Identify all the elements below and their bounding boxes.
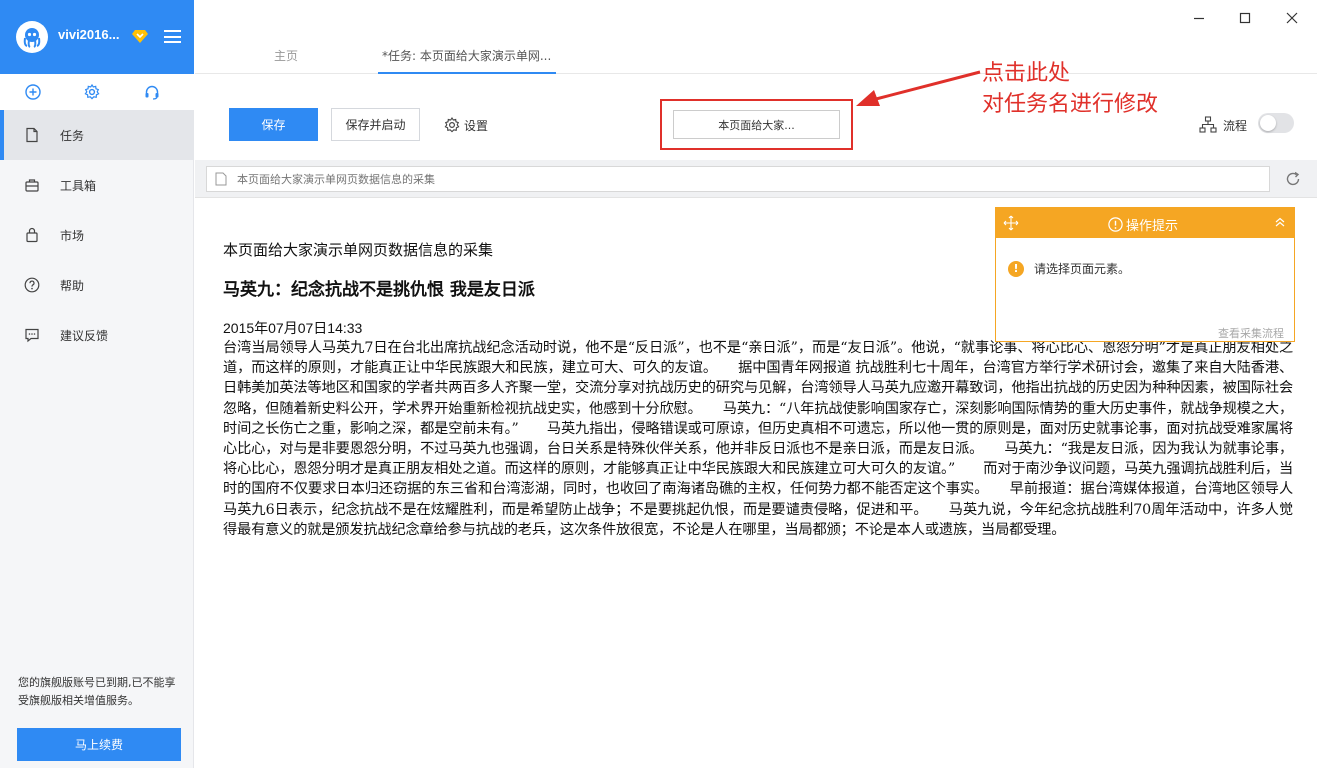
sidebar-item-tasks[interactable]: 任务 [0,110,194,160]
flowchart-icon [1199,116,1217,133]
minimize-icon[interactable] [1189,8,1209,28]
feedback-icon [25,328,39,343]
help-icon [24,277,40,293]
page-icon [215,172,227,186]
hamburger-menu-icon[interactable] [164,30,181,43]
tip-title-text: 操作提示 [1126,219,1179,234]
maximize-icon[interactable] [1235,8,1255,28]
octopus-icon [23,28,41,48]
username[interactable]: vivi2016... [58,27,119,42]
app-window: vivi2016... 任务 工具箱 市场 帮助 建议反馈 您的旗舰版账号已到期… [0,0,1317,768]
bag-icon [26,227,38,243]
info-icon [1108,217,1123,232]
sidebar-item-toolbox[interactable]: 工具箱 [0,160,194,210]
avatar[interactable] [16,21,48,53]
tab-task[interactable]: *任务: 本页面给大家演示单网... [382,47,551,64]
toolbox-icon [25,179,39,192]
address-bar [206,166,1270,192]
settings-button[interactable]: 设置 [444,117,488,133]
save-button[interactable]: 保存 [229,108,318,141]
vip-diamond-icon[interactable] [132,29,148,43]
operation-tip-panel: 操作提示 ! 请选择页面元素。 查看采集流程 [995,207,1295,342]
sidebar-item-market[interactable]: 市场 [0,210,194,260]
address-bar-area [195,160,1317,198]
save-and-start-button[interactable]: 保存并启动 [331,108,420,141]
tip-message-text: 请选择页面元素。 [1034,262,1131,276]
settings-label: 设置 [464,118,489,133]
active-tab-indicator [378,72,556,74]
article-body[interactable]: 台湾当局领导人马英九7日在台北出席抗战纪念活动时说，他不是“反日派”，也不是“亲… [223,338,1293,540]
annotation-line-1: 点击此处 [982,61,1071,86]
quick-actions [0,74,194,110]
close-icon[interactable] [1282,8,1302,28]
add-circle-icon[interactable] [25,84,41,100]
sidebar-item-label: 工具箱 [60,179,97,193]
tip-message: ! 请选择页面元素。 [1008,260,1130,277]
headset-icon[interactable] [144,84,160,100]
sidebar-nav: 任务 工具箱 市场 帮助 建议反馈 [0,110,194,360]
user-bar: vivi2016... [0,0,194,74]
expire-notice: 您的旗舰版账号已到期,已不能享受旗舰版相关增值服务。 [18,676,176,707]
flow-toggle-label[interactable]: 流程 [1199,116,1247,134]
collapse-icon[interactable] [1274,216,1286,228]
tip-title: 操作提示 [1108,215,1178,234]
sidebar-item-label: 帮助 [60,279,85,293]
annotation-line-2: 对任务名进行修改 [982,92,1159,117]
annotation-text: 点击此处 对任务名进行修改 [982,58,1158,120]
url-input[interactable] [237,172,1237,186]
sidebar-item-label: 建议反馈 [60,329,109,343]
renew-button[interactable]: 马上续费 [17,728,181,761]
sidebar: vivi2016... 任务 工具箱 市场 帮助 建议反馈 您的旗舰版账号已到期… [0,0,194,768]
gear-icon[interactable] [84,84,100,100]
document-icon [26,127,38,143]
gear-icon [444,117,460,133]
annotation-arrow-icon [856,70,981,106]
tip-header: 操作提示 [996,208,1294,238]
sidebar-item-label: 市场 [60,229,85,243]
task-name-field[interactable]: 本页面给大家... [673,110,840,139]
toggle-knob [1260,115,1276,131]
flow-toggle-switch[interactable] [1258,113,1294,133]
move-icon[interactable] [1003,215,1019,231]
sidebar-item-feedback[interactable]: 建议反馈 [0,310,194,360]
refresh-icon[interactable] [1285,171,1301,187]
tab-home[interactable]: 主页 [274,47,298,64]
sidebar-item-label: 任务 [60,129,85,143]
view-flow-link[interactable]: 查看采集流程 [1218,325,1284,341]
warning-icon: ! [1008,260,1024,277]
sidebar-item-help[interactable]: 帮助 [0,260,194,310]
flow-label: 流程 [1223,118,1248,133]
